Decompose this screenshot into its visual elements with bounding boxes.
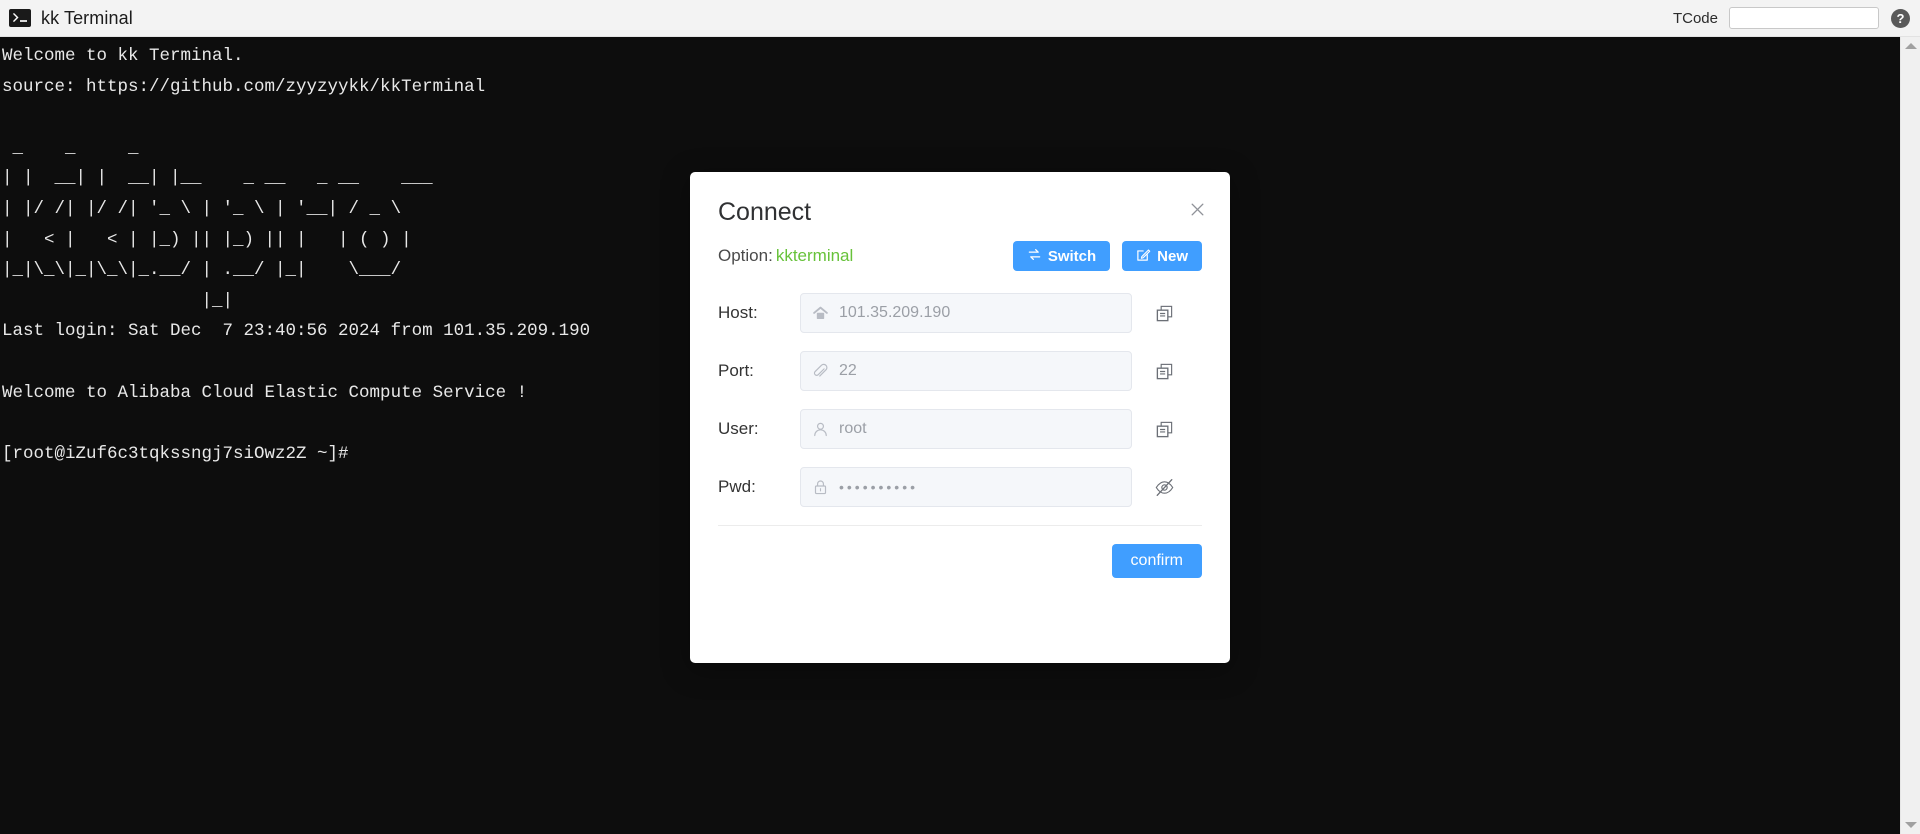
copy-icon[interactable] (1150, 299, 1178, 327)
new-button-label: New (1157, 247, 1188, 265)
terminal-icon (9, 9, 31, 27)
port-input-wrap[interactable] (800, 351, 1132, 391)
host-label: Host: (718, 303, 758, 322)
eye-off-icon[interactable] (1150, 473, 1178, 501)
option-value: kkterminal (775, 246, 854, 265)
title-bar: kk Terminal TCode ? (0, 0, 1920, 37)
user-input-wrap[interactable] (800, 409, 1132, 449)
prompt-underscore-icon (20, 20, 27, 22)
host-input-wrap[interactable] (800, 293, 1132, 333)
port-input[interactable] (839, 362, 1121, 380)
tcode-label: TCode (1672, 9, 1718, 27)
swap-arrows-icon (1027, 247, 1042, 266)
password-masked-value: •••••••••• (839, 479, 919, 495)
tcode-input[interactable] (1729, 7, 1879, 29)
copy-icon[interactable] (1150, 415, 1178, 443)
switch-button-label: Switch (1047, 247, 1097, 265)
tcode-group: TCode ? (1673, 7, 1920, 29)
paperclip-icon (811, 362, 829, 380)
lock-icon (811, 478, 829, 496)
window-title: kk Terminal (41, 7, 133, 28)
option-buttons: Switch New (1012, 241, 1202, 271)
home-icon (811, 304, 829, 322)
host-row: Host: (718, 293, 1202, 333)
option-label: Option: (718, 246, 773, 265)
switch-button[interactable]: Switch (1012, 241, 1111, 271)
host-input[interactable] (839, 304, 1121, 322)
password-row: Pwd: •••••••••• (718, 467, 1202, 507)
user-label: User: (718, 419, 759, 438)
confirm-button[interactable]: confirm (1111, 544, 1202, 578)
close-icon[interactable] (1186, 198, 1208, 220)
port-label: Port: (718, 361, 754, 380)
copy-icon[interactable] (1150, 357, 1178, 385)
dialog-header: Connect (690, 172, 1230, 238)
user-row: User: (718, 409, 1202, 449)
scroll-down-arrow-icon[interactable] (1901, 816, 1920, 834)
dialog-title: Connect (718, 198, 812, 226)
edit-square-icon (1136, 247, 1151, 266)
user-input[interactable] (839, 420, 1121, 438)
connect-dialog: Connect Option: kkterminal Switch New Ho… (690, 172, 1230, 663)
port-row: Port: (718, 351, 1202, 391)
person-icon (811, 420, 829, 438)
vertical-scrollbar[interactable] (1900, 37, 1920, 834)
password-label: Pwd: (718, 477, 756, 496)
scroll-up-arrow-icon[interactable] (1901, 37, 1920, 55)
dialog-footer: confirm (690, 526, 1230, 578)
password-input-wrap[interactable]: •••••••••• (800, 467, 1132, 507)
option-row: Option: kkterminal Switch New (718, 238, 1202, 274)
dialog-body: Option: kkterminal Switch New Host: 101.… (690, 238, 1230, 507)
help-icon[interactable]: ? (1891, 8, 1910, 28)
new-button[interactable]: New (1122, 241, 1202, 271)
